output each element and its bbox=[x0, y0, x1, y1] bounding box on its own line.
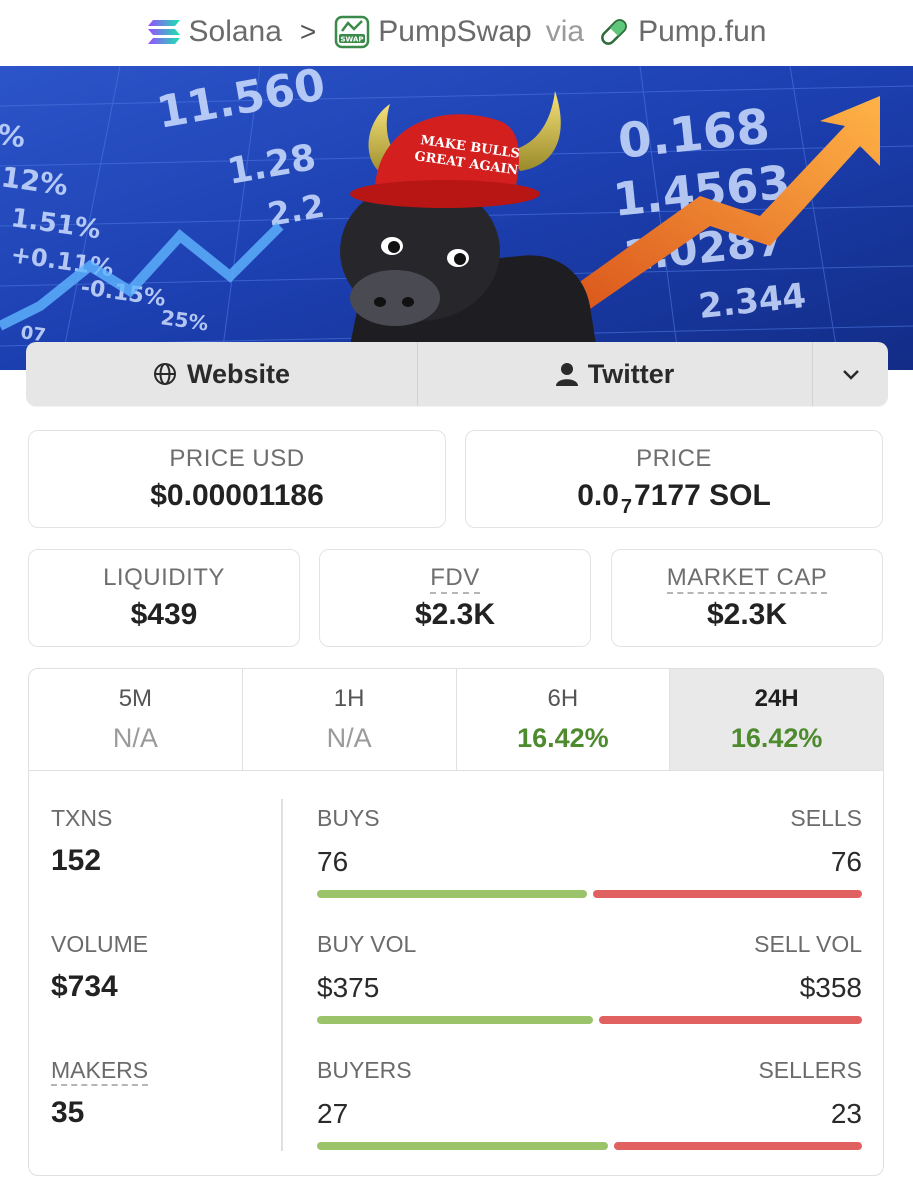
buyers-sellers-row: BUYERS SELLERS 27 23 bbox=[317, 1057, 862, 1150]
sell-vol-bar bbox=[599, 1016, 862, 1024]
fdv-label[interactable]: FDV bbox=[430, 564, 480, 594]
tab-5m[interactable]: 5M N/A bbox=[29, 669, 243, 770]
price-native-value: 0.0 77177 SOL bbox=[466, 479, 882, 518]
fdv-value: $2.3K bbox=[414, 598, 496, 631]
tab-label: 24H bbox=[754, 685, 799, 712]
volume-split-row: BUY VOL SELL VOL $375 $358 bbox=[317, 931, 862, 1024]
timeframe-tabs: 5M N/A 1H N/A 6H 16.42% 24H 16.42% bbox=[29, 669, 883, 771]
makers-stat: MAKERS 35 bbox=[51, 1057, 149, 1130]
sellers-value: 23 bbox=[830, 1098, 862, 1129]
buy-vol-label: BUY VOL bbox=[317, 931, 417, 957]
buys-sells-bar bbox=[317, 890, 862, 898]
more-links-button[interactable] bbox=[813, 342, 888, 406]
price-zero-count: 7 bbox=[620, 496, 633, 518]
tab-1h[interactable]: 1H N/A bbox=[243, 669, 457, 770]
market-cap-label[interactable]: MARKET CAP bbox=[666, 564, 828, 594]
chevron-down-icon bbox=[842, 370, 859, 380]
tab-label: 5M bbox=[118, 685, 153, 712]
tab-6h[interactable]: 6H 16.42% bbox=[457, 669, 671, 770]
volume-label: VOLUME bbox=[51, 931, 149, 957]
twitter-button[interactable]: Twitter bbox=[418, 342, 813, 406]
price-native-card: PRICE 0.0 77177 SOL bbox=[465, 430, 883, 528]
svg-text:%: % bbox=[0, 118, 27, 155]
buys-label: BUYS bbox=[317, 805, 380, 831]
makers-value: 35 bbox=[51, 1096, 85, 1129]
dex-label: PumpSwap bbox=[378, 15, 532, 48]
sellers-bar bbox=[614, 1142, 862, 1150]
sells-value: 76 bbox=[830, 846, 862, 877]
buyers-bar bbox=[317, 1142, 609, 1150]
sellers-label: SELLERS bbox=[758, 1057, 862, 1083]
price-usd-card: PRICE USD $0.00001186 bbox=[28, 430, 446, 528]
tab-label: 6H bbox=[547, 685, 579, 712]
website-label: Website bbox=[186, 358, 291, 389]
pill-icon bbox=[601, 19, 627, 45]
tab-change: 16.42% bbox=[517, 723, 609, 753]
tab-change: N/A bbox=[326, 723, 372, 753]
twitter-label: Twitter bbox=[587, 358, 675, 389]
token-banner: 11.560 1.28 2.2 % 12% 1.51% +0.11% -0.15… bbox=[0, 66, 913, 370]
stats-divider bbox=[281, 799, 283, 1151]
buy-vol-bar bbox=[317, 1016, 594, 1024]
banner-image: 11.560 1.28 2.2 % 12% 1.51% +0.11% -0.15… bbox=[0, 66, 913, 370]
volume-stat: VOLUME $734 bbox=[51, 931, 148, 1004]
solana-icon bbox=[147, 20, 180, 44]
chain-crumb[interactable]: Solana bbox=[147, 15, 282, 49]
sell-vol-value: $358 bbox=[799, 972, 862, 1003]
volume-split-bar bbox=[317, 1016, 862, 1024]
market-cap-card: MARKET CAP $2.3K bbox=[611, 549, 883, 647]
price-suffix: 7177 SOL bbox=[634, 479, 771, 512]
buyers-sellers-bar bbox=[317, 1142, 862, 1150]
txns-stat: TXNS 152 bbox=[51, 805, 112, 878]
liquidity-value: $439 bbox=[130, 598, 198, 631]
trade-stats: TXNS 152 VOLUME $734 MAKERS 35 BUYS SELL… bbox=[29, 771, 883, 1175]
tab-24h[interactable]: 24H 16.42% bbox=[670, 669, 883, 770]
chain-label: Solana bbox=[188, 15, 282, 48]
liquidity-card: LIQUIDITY $439 bbox=[28, 549, 300, 647]
fdv-card: FDV $2.3K bbox=[319, 549, 591, 647]
market-cap-value: $2.3K bbox=[706, 598, 788, 631]
price-usd-label: PRICE USD bbox=[169, 445, 305, 472]
user-icon bbox=[555, 363, 578, 386]
dex-crumb[interactable]: SWAP PumpSwap bbox=[334, 15, 532, 49]
timeframe-stats-panel: 5M N/A 1H N/A 6H 16.42% 24H 16.42% TXNS … bbox=[28, 668, 884, 1176]
tab-change: 16.42% bbox=[730, 723, 823, 753]
makers-label[interactable]: MAKERS bbox=[51, 1057, 149, 1086]
launchpad-crumb[interactable]: Pump.fun bbox=[598, 15, 766, 49]
breadcrumb: Solana > SWAP PumpSwap via Pump.fun bbox=[0, 0, 913, 64]
website-button[interactable]: Website bbox=[26, 342, 418, 406]
volume-value: $734 bbox=[51, 970, 118, 1003]
sell-bar bbox=[592, 890, 862, 898]
tab-label: 1H bbox=[333, 685, 365, 712]
txns-label: TXNS bbox=[51, 805, 113, 831]
globe-icon bbox=[153, 363, 176, 385]
buys-value: 76 bbox=[317, 846, 349, 877]
price-usd-value: $0.00001186 bbox=[150, 479, 324, 512]
svg-text:SWAP: SWAP bbox=[341, 36, 364, 44]
buy-bar bbox=[317, 890, 587, 898]
buyers-label: BUYERS bbox=[317, 1057, 412, 1083]
price-prefix: 0.0 bbox=[577, 479, 619, 512]
liquidity-label: LIQUIDITY bbox=[103, 564, 225, 591]
tab-change: N/A bbox=[112, 723, 158, 753]
sells-label: SELLS bbox=[790, 805, 862, 831]
sell-vol-label: SELL VOL bbox=[754, 931, 862, 957]
launchpad-label: Pump.fun bbox=[638, 15, 767, 48]
social-links-bar: Website Twitter bbox=[26, 342, 888, 406]
price-native-label: PRICE bbox=[636, 445, 712, 472]
via-label: via bbox=[545, 15, 585, 48]
buys-sells-row: BUYS SELLS 76 76 bbox=[317, 805, 862, 898]
txns-value: 152 bbox=[51, 844, 102, 877]
pumpswap-icon: SWAP bbox=[335, 15, 370, 49]
buy-vol-value: $375 bbox=[317, 972, 380, 1003]
breadcrumb-separator: > bbox=[299, 16, 317, 47]
buyers-value: 27 bbox=[317, 1098, 349, 1129]
